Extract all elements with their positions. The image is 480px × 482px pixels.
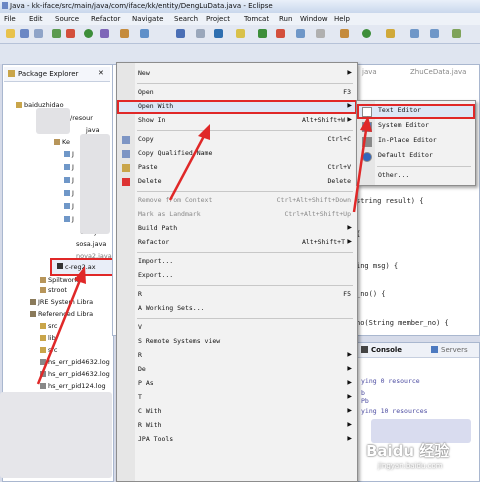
- watermark-logo: Baidu 经验: [366, 442, 450, 460]
- arrow-to-open-with: [168, 135, 206, 201]
- arrow-head: [74, 266, 86, 284]
- annotation-arrows: [36, 116, 372, 385]
- arrow-to-file: [36, 279, 82, 385]
- watermark-url: jingyan.baidu.com: [378, 462, 443, 470]
- watermark: Baidu 经验 jingyan.baidu.com: [360, 438, 478, 478]
- arrow-to-text-editor: [352, 129, 368, 213]
- arrow-head: [198, 124, 210, 140]
- arrow-head: [360, 116, 372, 132]
